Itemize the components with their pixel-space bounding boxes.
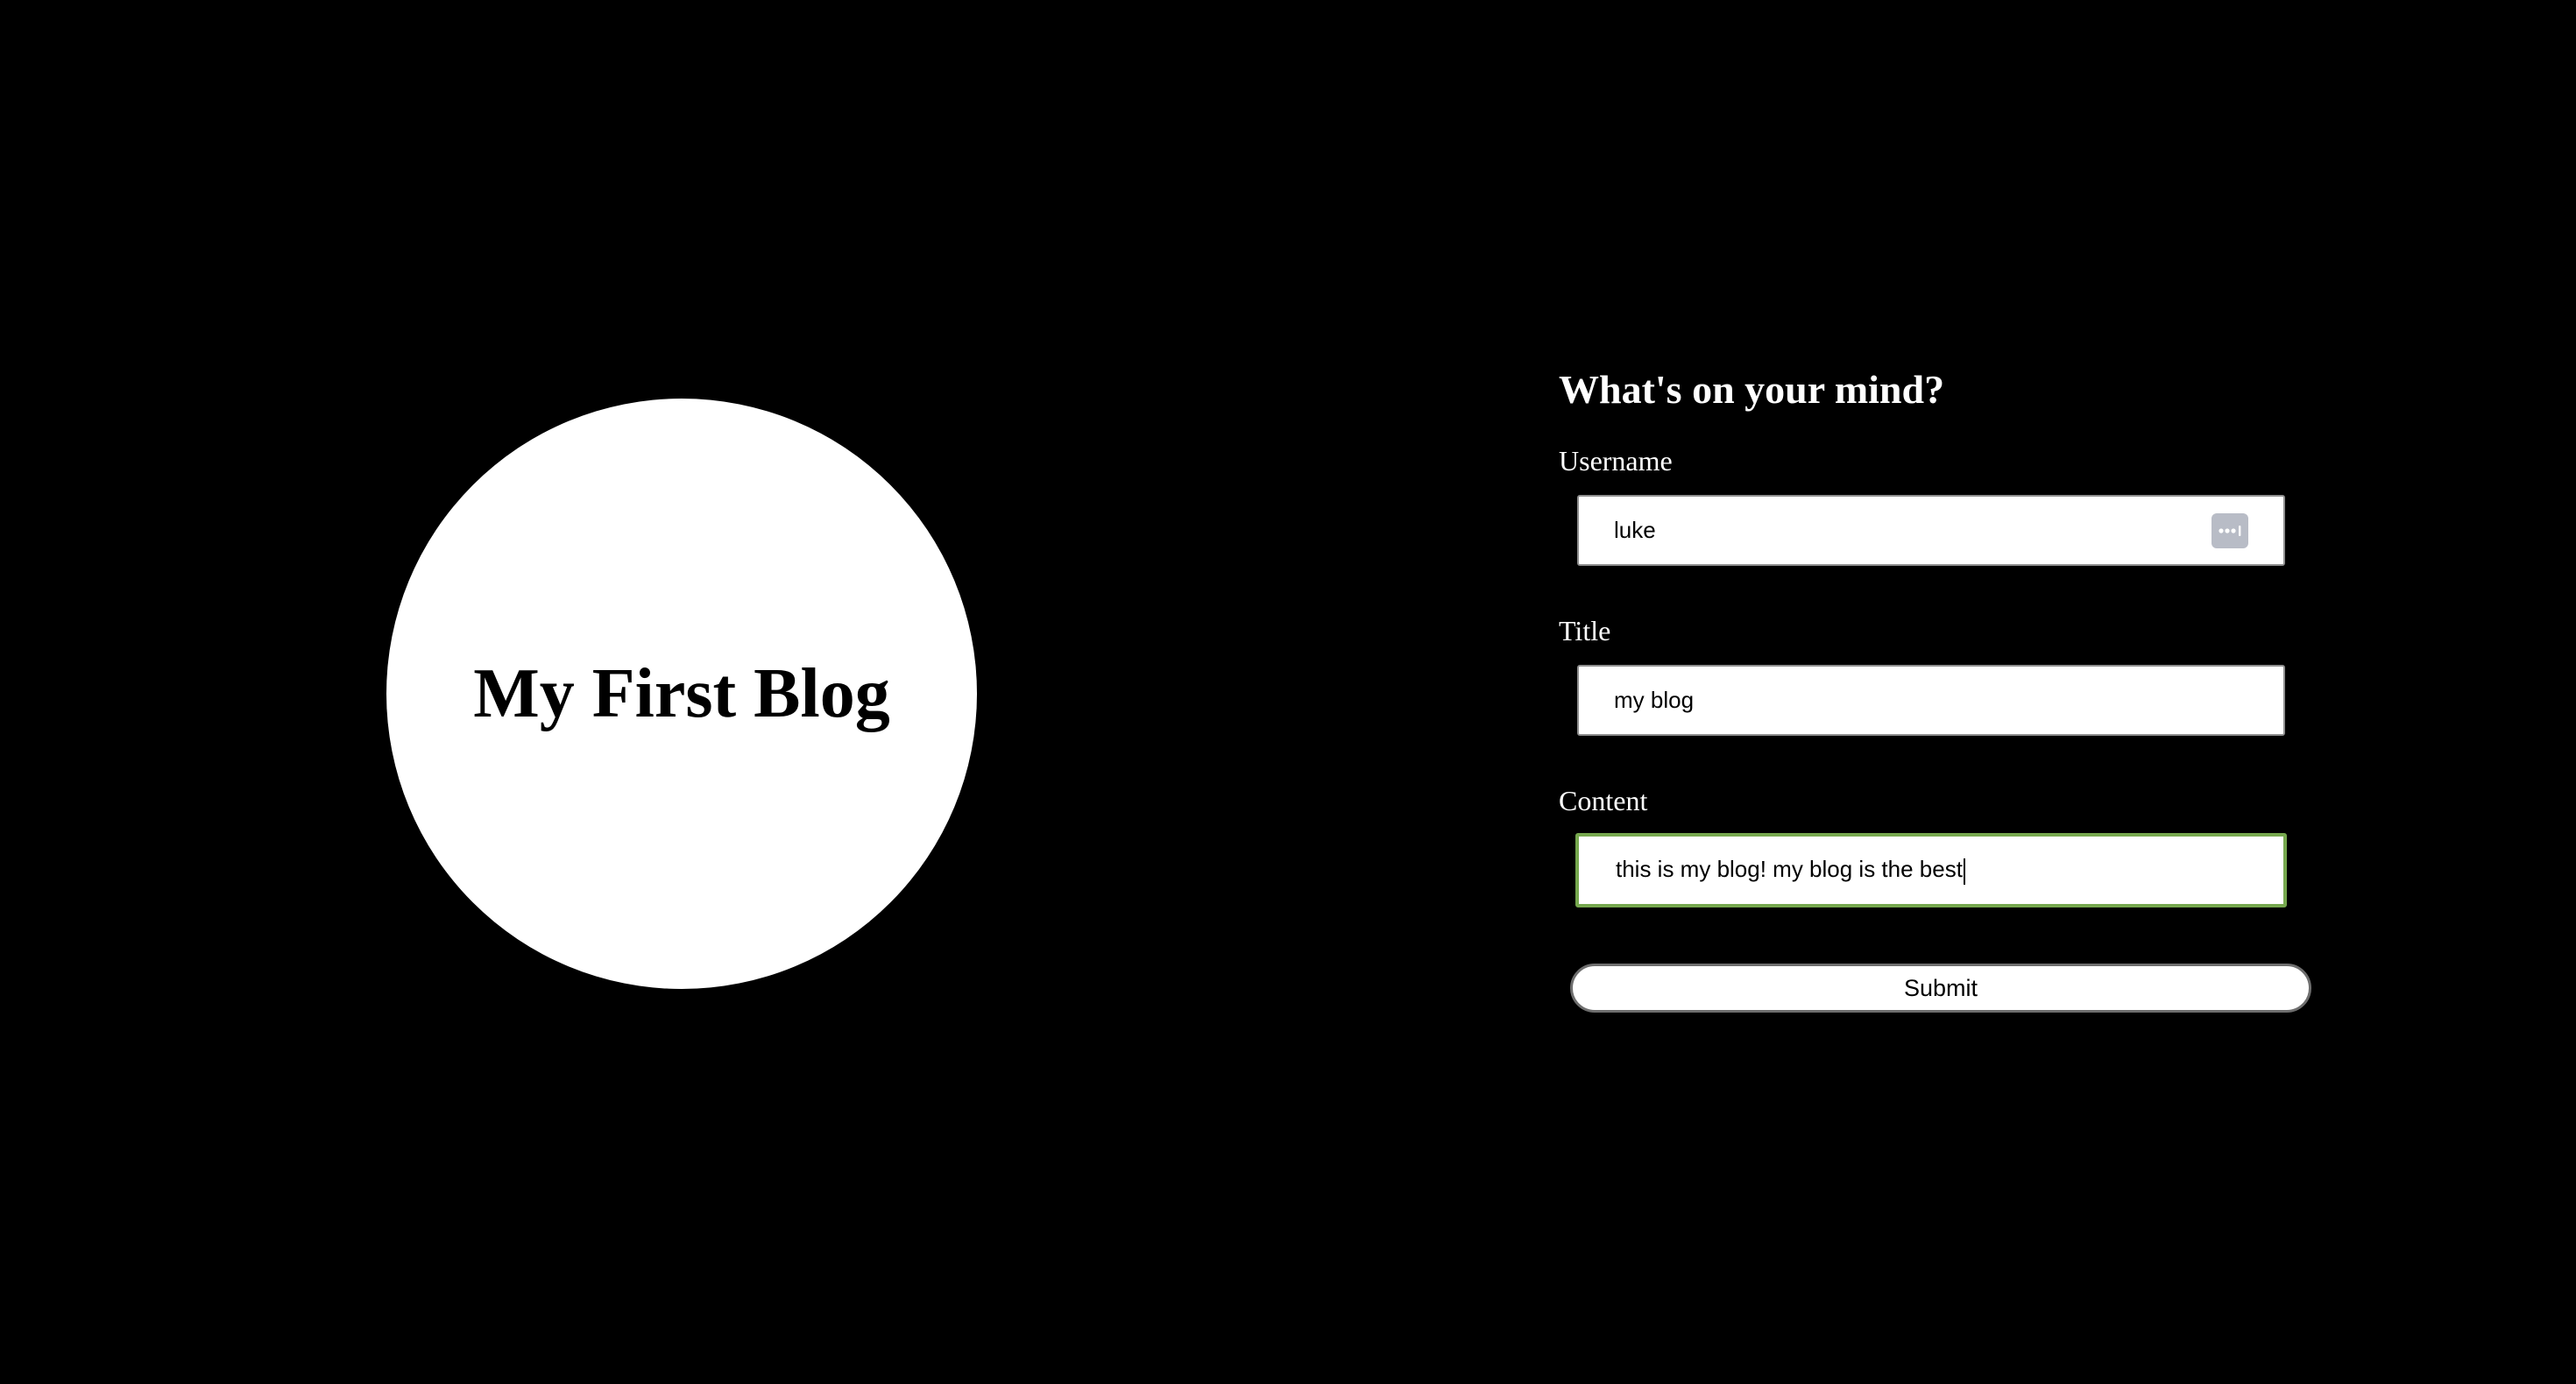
content-value: this is my blog! my blog is the best: [1616, 856, 1963, 883]
content-input[interactable]: this is my blog! my blog is the best: [1575, 833, 2287, 907]
content-value-wrap: this is my blog! my blog is the best: [1616, 856, 2248, 885]
username-label: Username: [1559, 445, 1673, 477]
page: My First Blog What's on your mind? Usern…: [0, 0, 2576, 1384]
blog-title: My First Blog: [473, 655, 890, 732]
blog-logo-circle: My First Blog: [386, 399, 977, 989]
username-value: luke: [1614, 517, 1656, 543]
form-heading: What's on your mind?: [1559, 367, 1945, 412]
submit-button[interactable]: Submit: [1570, 964, 2311, 1013]
content-label: Content: [1559, 785, 1648, 816]
text-caret: [1963, 858, 1965, 885]
title-value: my blog: [1614, 687, 1695, 713]
title-input[interactable]: my blog: [1577, 665, 2285, 736]
key-dots-glyph: [2219, 525, 2241, 536]
title-label: Title: [1559, 615, 1611, 646]
username-input[interactable]: luke: [1577, 495, 2285, 566]
password-key-icon[interactable]: [2212, 512, 2248, 548]
